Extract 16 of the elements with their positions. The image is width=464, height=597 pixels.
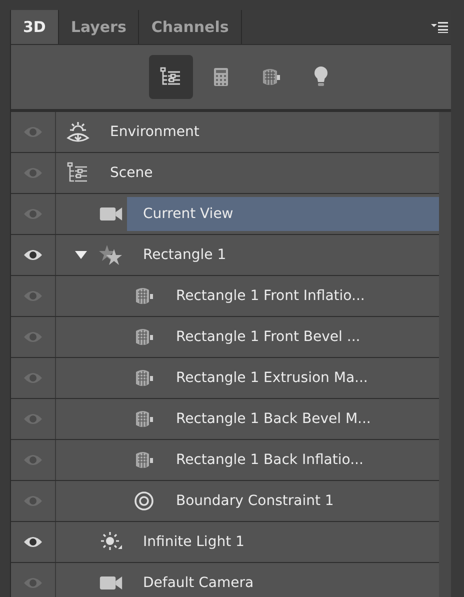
visibility-eye-icon[interactable]	[23, 535, 43, 549]
concentric-circle-icon	[132, 490, 156, 512]
scene-tree-icon	[160, 67, 182, 87]
environment-icon	[66, 120, 90, 144]
scene-filter-button[interactable]	[149, 55, 193, 99]
panel-menu-icon[interactable]	[431, 21, 449, 33]
star-group-icon	[99, 243, 123, 267]
light-bulb-icon	[313, 66, 329, 88]
video-camera-icon	[99, 574, 123, 592]
panel-tab[interactable]: 3D	[11, 10, 59, 44]
mesh-material-icon	[261, 67, 281, 87]
video-camera-icon	[99, 205, 123, 223]
layer-name[interactable]: Current View	[127, 197, 439, 231]
calculator-icon	[213, 67, 229, 87]
visibility-eye-icon[interactable]	[23, 248, 43, 262]
expand-triangle-icon[interactable]	[75, 250, 87, 260]
